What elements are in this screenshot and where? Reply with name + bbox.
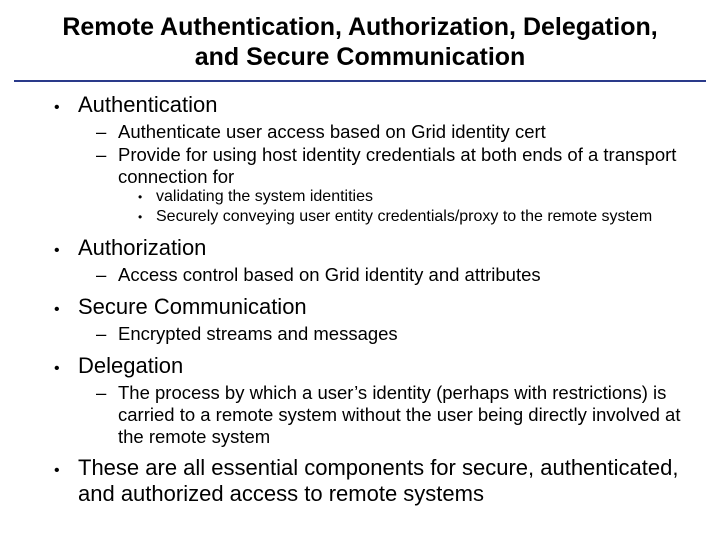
disc-bullet-icon: •: [138, 189, 156, 205]
bullet-text: Provide for using host identity credenti…: [118, 144, 696, 188]
bullet-text: Secure Communication: [78, 294, 696, 320]
bullet-lvl1: • Authentication: [54, 92, 696, 119]
bullet-lvl2: – Access control based on Grid identity …: [96, 264, 696, 286]
dash-bullet-icon: –: [96, 264, 118, 286]
disc-bullet-icon: •: [54, 299, 78, 321]
bullet-lvl3: • Securely conveying user entity credent…: [138, 208, 696, 227]
bullet-text: validating the system identities: [156, 188, 696, 207]
bullet-text: Authenticate user access based on Grid i…: [118, 121, 696, 143]
dash-bullet-icon: –: [96, 382, 118, 404]
disc-bullet-icon: •: [54, 97, 78, 119]
disc-bullet-icon: •: [138, 209, 156, 225]
bullet-lvl2: – Authenticate user access based on Grid…: [96, 121, 696, 143]
bullet-text: These are all essential components for s…: [78, 455, 696, 507]
bullet-text: Authorization: [78, 235, 696, 261]
bullet-lvl1: • Delegation: [54, 353, 696, 380]
dash-bullet-icon: –: [96, 121, 118, 143]
disc-bullet-icon: •: [54, 358, 78, 380]
bullet-text: Encrypted streams and messages: [118, 323, 696, 345]
bullet-lvl1: • Authorization: [54, 235, 696, 262]
bullet-text: Access control based on Grid identity an…: [118, 264, 696, 286]
disc-bullet-icon: •: [54, 240, 78, 262]
bullet-lvl2: – Encrypted streams and messages: [96, 323, 696, 345]
dash-bullet-icon: –: [96, 144, 118, 166]
dash-bullet-icon: –: [96, 323, 118, 345]
title-underline: [14, 80, 706, 82]
bullet-lvl3: • validating the system identities: [138, 188, 696, 207]
bullet-text: Securely conveying user entity credentia…: [156, 208, 696, 227]
disc-bullet-icon: •: [54, 460, 78, 482]
bullet-text: Delegation: [78, 353, 696, 379]
bullet-lvl1: • Secure Communication: [54, 294, 696, 321]
slide-title: Remote Authentication, Authorization, De…: [0, 12, 720, 80]
bullet-text: The process by which a user’s identity (…: [118, 382, 696, 447]
slide-body: • Authentication – Authenticate user acc…: [0, 92, 720, 507]
bullet-lvl2: – The process by which a user’s identity…: [96, 382, 696, 447]
bullet-text: Authentication: [78, 92, 696, 118]
slide: Remote Authentication, Authorization, De…: [0, 0, 720, 540]
bullet-lvl1: • These are all essential components for…: [54, 455, 696, 507]
bullet-lvl2: – Provide for using host identity creden…: [96, 144, 696, 188]
